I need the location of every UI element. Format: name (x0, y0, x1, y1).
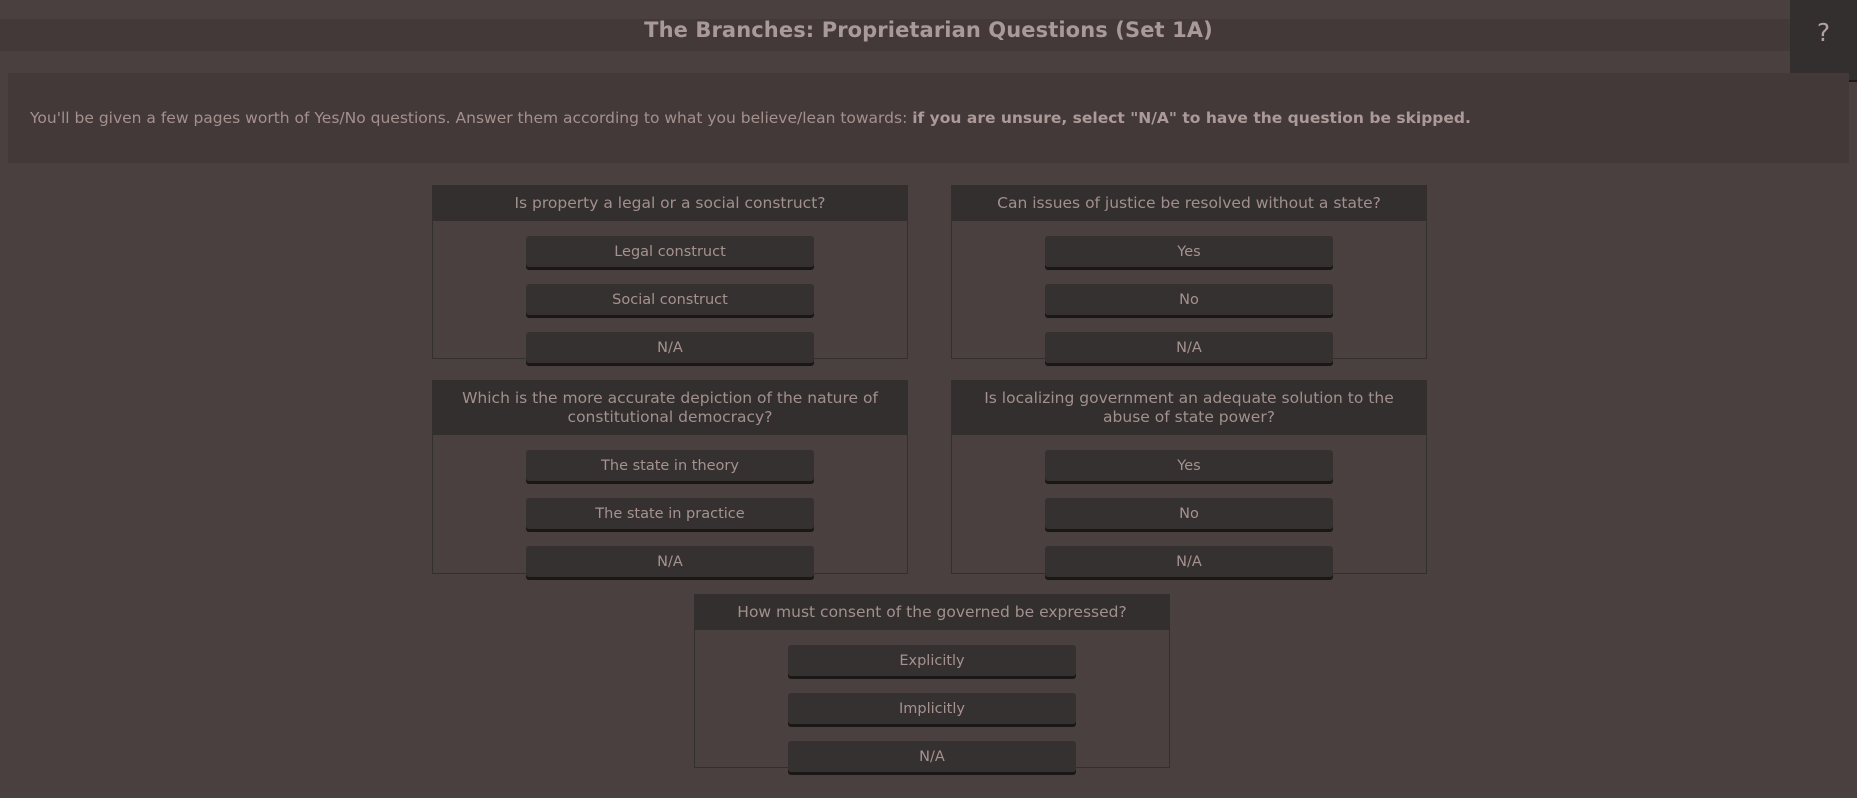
option-button-na[interactable]: N/A (526, 332, 814, 363)
question-options: Yes No N/A (952, 435, 1426, 595)
option-button-0[interactable]: Yes (1045, 450, 1333, 481)
question-mark-icon: ? (1816, 17, 1831, 47)
question-prompt: Can issues of justice be resolved withou… (952, 186, 1426, 221)
question-card: Can issues of justice be resolved withou… (951, 185, 1427, 363)
option-button-0[interactable]: Legal construct (526, 236, 814, 267)
question-options: Legal construct Social construct N/A (433, 221, 907, 381)
option-button-1[interactable]: Social construct (526, 284, 814, 315)
question-prompt: Which is the more accurate depiction of … (433, 381, 907, 435)
question-prompt: Is property a legal or a social construc… (433, 186, 907, 221)
question-card: How must consent of the governed be expr… (694, 594, 1170, 772)
instruction-banner: You'll be given a few pages worth of Yes… (8, 73, 1849, 163)
option-button-na[interactable]: N/A (788, 741, 1076, 772)
instruction-emphasis: if you are unsure, select "N/A" to have … (912, 109, 1471, 127)
help-button[interactable]: ? (1790, 0, 1857, 82)
question-prompt: Is localizing government an adequate sol… (952, 381, 1426, 435)
page-title: The Branches: Proprietarian Questions (S… (644, 18, 1213, 42)
question-prompt: How must consent of the governed be expr… (695, 595, 1169, 630)
option-button-na[interactable]: N/A (1045, 332, 1333, 363)
question-card: Is localizing government an adequate sol… (951, 380, 1427, 577)
question-card: Which is the more accurate depiction of … (432, 380, 908, 577)
question-options: Explicitly Implicitly N/A (695, 630, 1169, 790)
option-button-1[interactable]: No (1045, 284, 1333, 315)
option-button-1[interactable]: Implicitly (788, 693, 1076, 724)
option-button-0[interactable]: Yes (1045, 236, 1333, 267)
option-button-na[interactable]: N/A (526, 546, 814, 577)
question-options: The state in theory The state in practic… (433, 435, 907, 595)
option-button-1[interactable]: The state in practice (526, 498, 814, 529)
option-button-0[interactable]: Explicitly (788, 645, 1076, 676)
option-button-na[interactable]: N/A (1045, 546, 1333, 577)
instruction-lead: You'll be given a few pages worth of Yes… (30, 109, 913, 127)
option-button-1[interactable]: No (1045, 498, 1333, 529)
instruction-text: You'll be given a few pages worth of Yes… (30, 108, 1471, 128)
question-card: Is property a legal or a social construc… (432, 185, 908, 363)
question-options: Yes No N/A (952, 221, 1426, 381)
option-button-0[interactable]: The state in theory (526, 450, 814, 481)
questions-grid: Is property a legal or a social construc… (0, 185, 1857, 772)
